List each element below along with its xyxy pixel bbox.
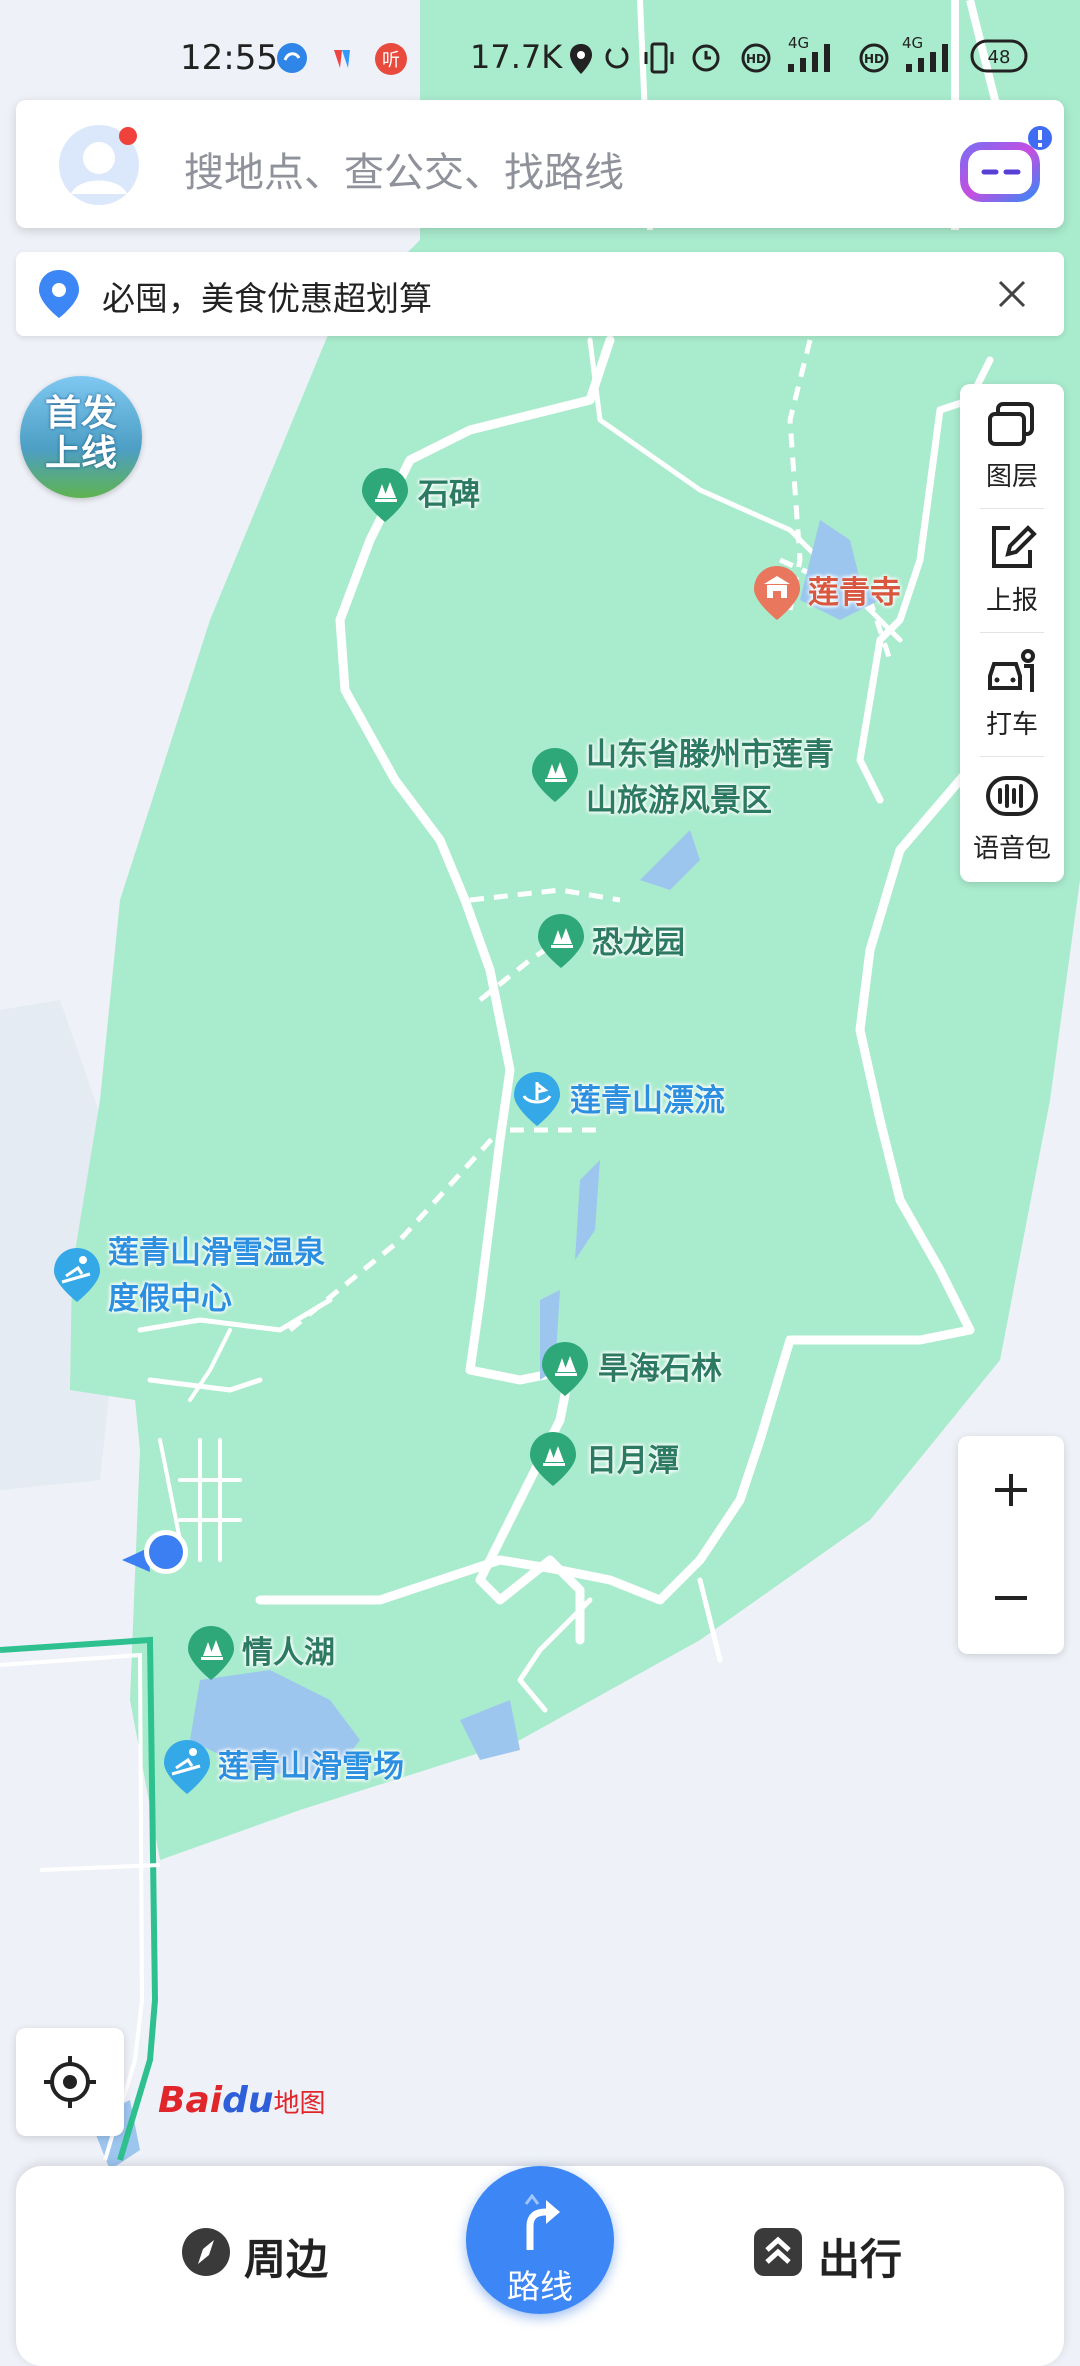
battery-icon: 48: [970, 39, 1028, 73]
poi-label-shibei[interactable]: 石碑: [418, 472, 480, 518]
taxi-label: 打车: [985, 710, 1038, 740]
promo-text: 必囤，美食优惠超划算: [102, 279, 432, 318]
layers-icon: [988, 402, 1034, 446]
status-time: 12:55: [180, 38, 278, 78]
poi-pin-green[interactable]: [540, 1340, 590, 1398]
svg-text:HD: HD: [864, 52, 884, 66]
plus-icon: [995, 1474, 1027, 1506]
zoom-out-button[interactable]: [958, 1544, 1064, 1652]
travel-button[interactable]: 出行: [818, 2226, 902, 2287]
svg-text:4G: 4G: [902, 34, 923, 52]
close-icon[interactable]: [992, 274, 1032, 314]
map-toolbar: 图层 上报 打车 语音包: [960, 384, 1064, 882]
taxi-button[interactable]: 打车: [960, 632, 1064, 756]
zoom-in-button[interactable]: [958, 1436, 1064, 1544]
compass-icon: [182, 2228, 230, 2276]
svg-text:HD: HD: [746, 52, 766, 66]
voice-pack-icon: [986, 776, 1038, 816]
route-arrow-icon: [524, 2194, 560, 2250]
avatar[interactable]: [56, 122, 142, 208]
search-bar[interactable]: 搜地点、查公交、找路线: [16, 100, 1064, 228]
new-launch-badge[interactable]: 首发 上线: [20, 376, 142, 498]
taxi-icon: [988, 649, 1035, 692]
svg-text:48: 48: [988, 47, 1011, 68]
poi-label-konglongyuan[interactable]: 恐龙园: [592, 920, 685, 966]
locate-button[interactable]: [16, 2028, 124, 2136]
hd-icon: HD: [859, 43, 889, 73]
network-speed: 17.7K: [470, 38, 563, 76]
route-button[interactable]: 路线: [466, 2166, 614, 2314]
app-notification-icon: [334, 50, 350, 68]
status-bar: 12:55 听 17.7K HD 4G HD 4G 48: [0, 30, 1080, 94]
poi-pin-green[interactable]: [528, 1430, 578, 1488]
report-label: 上报: [985, 586, 1038, 616]
route-label: 路线: [507, 2267, 573, 2306]
edit-icon: [992, 525, 1037, 568]
poi-pin-rafting[interactable]: [512, 1070, 562, 1128]
poi-pin-temple[interactable]: [752, 564, 802, 622]
logo-map: 地图: [273, 2089, 326, 2119]
listen-app-icon: 听: [375, 43, 407, 75]
search-input[interactable]: 搜地点、查公交、找路线: [184, 140, 624, 198]
poi-label-piaoliu[interactable]: 莲青山漂流: [570, 1078, 725, 1124]
location-icon: [570, 44, 592, 74]
voice-pack-button[interactable]: 语音包: [960, 756, 1064, 880]
alarm-icon: [692, 44, 720, 72]
poi-label-scenic-area[interactable]: 山东省滕州市莲青山旅游风景区: [586, 732, 856, 824]
report-button[interactable]: 上报: [960, 508, 1064, 632]
svg-text:4G: 4G: [788, 34, 809, 52]
layers-button[interactable]: 图层: [960, 384, 1064, 508]
poi-label-lianqingsi[interactable]: 莲青寺: [808, 570, 901, 616]
svg-text:听: 听: [382, 50, 400, 71]
app-notification-icon: [277, 43, 307, 73]
hd-icon: HD: [741, 43, 771, 73]
baidu-map-logo: Baidu地图: [158, 2080, 326, 2121]
poi-pin-ski[interactable]: [162, 1738, 212, 1796]
poi-pin-ski[interactable]: [52, 1246, 102, 1304]
poi-pin-green[interactable]: [360, 466, 410, 524]
logo-du: du: [222, 2080, 274, 2121]
poi-pin-green[interactable]: [530, 746, 580, 804]
poi-label-qingrenhu[interactable]: 情人湖: [242, 1630, 335, 1676]
poi-pin-green[interactable]: [536, 912, 586, 970]
layers-label: 图层: [985, 462, 1038, 492]
poi-label-skifield[interactable]: 莲青山滑雪场: [218, 1744, 404, 1790]
badge-line-1: 首发: [44, 393, 117, 434]
minus-icon: [995, 1596, 1027, 1600]
poi-label-hanhai[interactable]: 旱海石林: [598, 1346, 722, 1392]
vibrate-icon: [644, 42, 674, 74]
zoom-control: [958, 1436, 1064, 1654]
voice-pack-label: 语音包: [972, 834, 1051, 864]
poi-pin-green[interactable]: [186, 1624, 236, 1682]
poi-label-riyuetan[interactable]: 日月潭: [586, 1438, 679, 1484]
location-pin-icon: [39, 270, 79, 318]
locate-icon: [44, 2056, 96, 2108]
signal-icon: 4G: [788, 34, 830, 72]
map-canvas[interactable]: [0, 0, 1080, 2340]
sync-icon: [605, 45, 629, 69]
badge-line-2: 上线: [44, 433, 117, 474]
signal-icon: 4G: [902, 34, 948, 72]
travel-icon: [754, 2228, 802, 2276]
nearby-button[interactable]: 周边: [244, 2226, 328, 2287]
poi-label-ski-resort[interactable]: 莲青山滑雪温泉度假中心: [108, 1230, 338, 1322]
promo-banner[interactable]: 必囤，美食优惠超划算: [16, 252, 1064, 336]
logo-bai: Bai: [158, 2080, 223, 2121]
ai-assistant-icon[interactable]: [956, 124, 1052, 204]
